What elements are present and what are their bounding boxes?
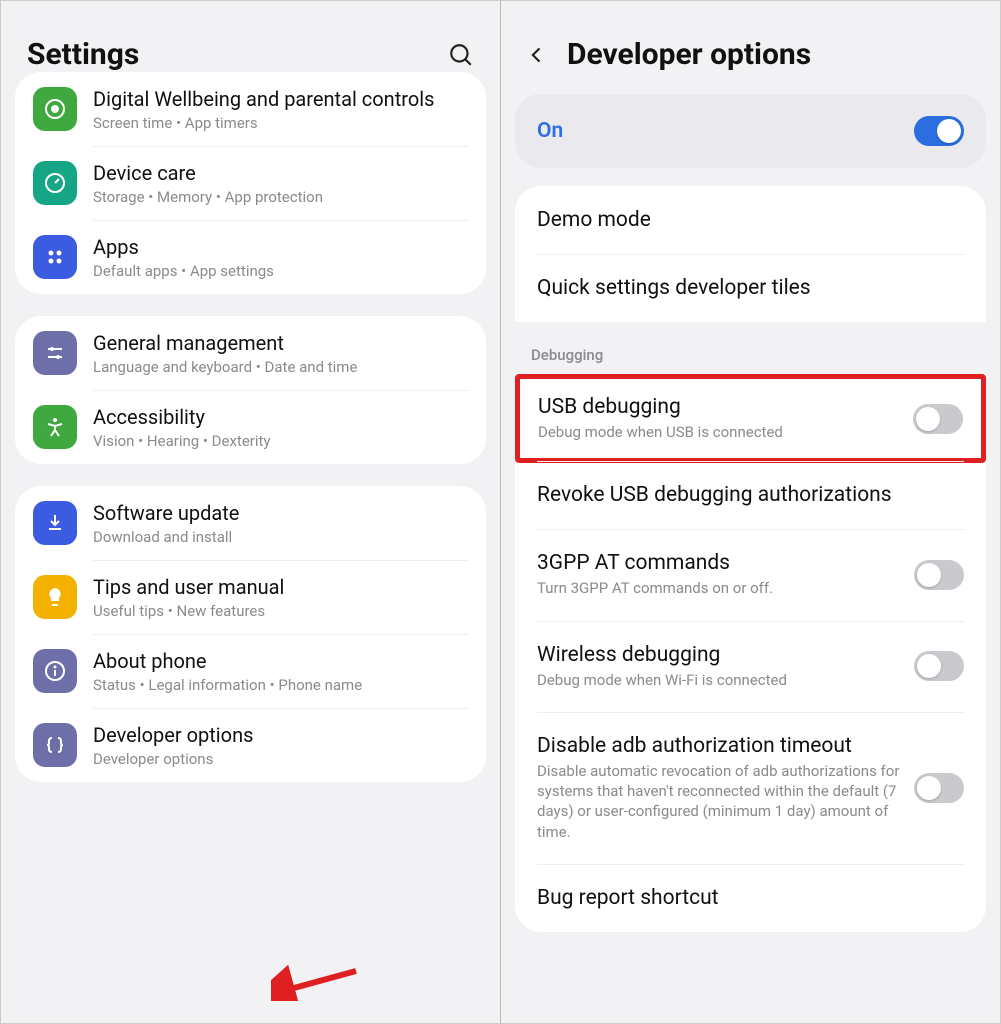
info-icon <box>33 649 77 693</box>
master-toggle-row[interactable]: On <box>515 94 986 168</box>
row-title: About phone <box>93 648 468 674</box>
download-icon <box>33 501 77 545</box>
section-header-debugging: Debugging <box>501 322 1000 374</box>
dev-row[interactable]: Wireless debugging Debug mode when Wi-Fi … <box>515 621 986 712</box>
usb-debugging-highlight: USB debugging Debug mode when USB is con… <box>515 374 986 463</box>
row-subtitle: Debug mode when Wi-Fi is connected <box>537 670 904 690</box>
row-subtitle: Vision • Hearing • Dexterity <box>93 432 468 450</box>
row-title: Wireless debugging <box>537 643 904 667</box>
settings-row[interactable]: Device care Storage • Memory • App protec… <box>15 146 486 220</box>
settings-group: Digital Wellbeing and parental controls S… <box>15 72 486 294</box>
sliders-icon <box>33 331 77 375</box>
usb-debugging-toggle[interactable] <box>913 404 963 434</box>
row-title: Device care <box>93 160 468 186</box>
back-icon[interactable] <box>527 45 547 65</box>
dev-row[interactable]: Quick settings developer tiles <box>515 254 986 322</box>
dev-row[interactable]: 3GPP AT commands Turn 3GPP AT commands on… <box>515 529 986 620</box>
row-title: Quick settings developer tiles <box>537 276 954 300</box>
row-title: Tips and user manual <box>93 574 468 600</box>
settings-row[interactable]: Apps Default apps • App settings <box>15 220 486 294</box>
row-title: USB debugging <box>538 395 903 419</box>
dev-section-card: Demo mode Quick settings developer tiles <box>515 186 986 322</box>
row-title: Disable adb authorization timeout <box>537 734 904 758</box>
gauge-icon <box>33 161 77 205</box>
settings-pane: Settings Digital Wellbeing and parental … <box>1 1 501 1023</box>
dev-row[interactable]: Bug report shortcut <box>515 864 986 932</box>
row-title: Software update <box>93 500 468 526</box>
dev-debug-card: Revoke USB debugging authorizations 3GPP … <box>515 461 986 932</box>
search-icon[interactable] <box>448 42 474 68</box>
settings-row[interactable]: Developer options Developer options <box>15 708 486 782</box>
row-title: 3GPP AT commands <box>537 551 904 575</box>
settings-row[interactable]: Accessibility Vision • Hearing • Dexterit… <box>15 390 486 464</box>
settings-row[interactable]: Software update Download and install <box>15 486 486 560</box>
row-title: Demo mode <box>537 208 954 232</box>
bulb-icon <box>33 575 77 619</box>
row-subtitle: Status • Legal information • Phone name <box>93 676 468 694</box>
row-title: Apps <box>93 234 468 260</box>
row-toggle[interactable] <box>914 773 964 803</box>
settings-group: Software update Download and install Tips … <box>15 486 486 782</box>
dev-header: Developer options <box>501 1 1000 94</box>
row-title: Revoke USB debugging authorizations <box>537 483 954 507</box>
dev-row[interactable]: Demo mode <box>515 186 986 254</box>
row-subtitle: Debug mode when USB is connected <box>538 422 903 442</box>
row-toggle[interactable] <box>914 651 964 681</box>
dev-row[interactable]: Revoke USB debugging authorizations <box>515 461 986 529</box>
row-subtitle: Download and install <box>93 528 468 546</box>
row-subtitle: Language and keyboard • Date and time <box>93 358 468 376</box>
row-subtitle: Turn 3GPP AT commands on or off. <box>537 578 904 598</box>
row-subtitle: Disable automatic revocation of adb auth… <box>537 761 904 842</box>
heart-icon <box>33 87 77 131</box>
row-subtitle: Screen time • App timers <box>93 114 468 132</box>
settings-row[interactable]: Tips and user manual Useful tips • New fe… <box>15 560 486 634</box>
row-usb-debugging[interactable]: USB debugging Debug mode when USB is con… <box>520 379 981 458</box>
row-title: Accessibility <box>93 404 468 430</box>
row-subtitle: Useful tips • New features <box>93 602 468 620</box>
page-title: Developer options <box>567 37 974 72</box>
settings-row[interactable]: About phone Status • Legal information • … <box>15 634 486 708</box>
row-title: Bug report shortcut <box>537 886 954 910</box>
settings-group: General management Language and keyboard … <box>15 316 486 464</box>
developer-options-pane: Developer options On Demo mode Quick sett… <box>501 1 1000 1023</box>
master-toggle[interactable] <box>914 116 964 146</box>
row-title: Digital Wellbeing and parental controls <box>93 86 468 112</box>
apps-icon <box>33 235 77 279</box>
row-toggle[interactable] <box>914 560 964 590</box>
master-toggle-label: On <box>537 119 914 143</box>
page-title: Settings <box>27 37 448 72</box>
arrow-annotation <box>271 961 361 1001</box>
row-subtitle: Developer options <box>93 750 468 768</box>
row-subtitle: Storage • Memory • App protection <box>93 188 468 206</box>
accessibility-icon <box>33 405 77 449</box>
row-title: Developer options <box>93 722 468 748</box>
braces-icon <box>33 723 77 767</box>
row-title: General management <box>93 330 468 356</box>
settings-row[interactable]: Digital Wellbeing and parental controls S… <box>15 72 486 146</box>
dev-row[interactable]: Disable adb authorization timeout Disable… <box>515 712 986 864</box>
settings-row[interactable]: General management Language and keyboard … <box>15 316 486 390</box>
row-subtitle: Default apps • App settings <box>93 262 468 280</box>
